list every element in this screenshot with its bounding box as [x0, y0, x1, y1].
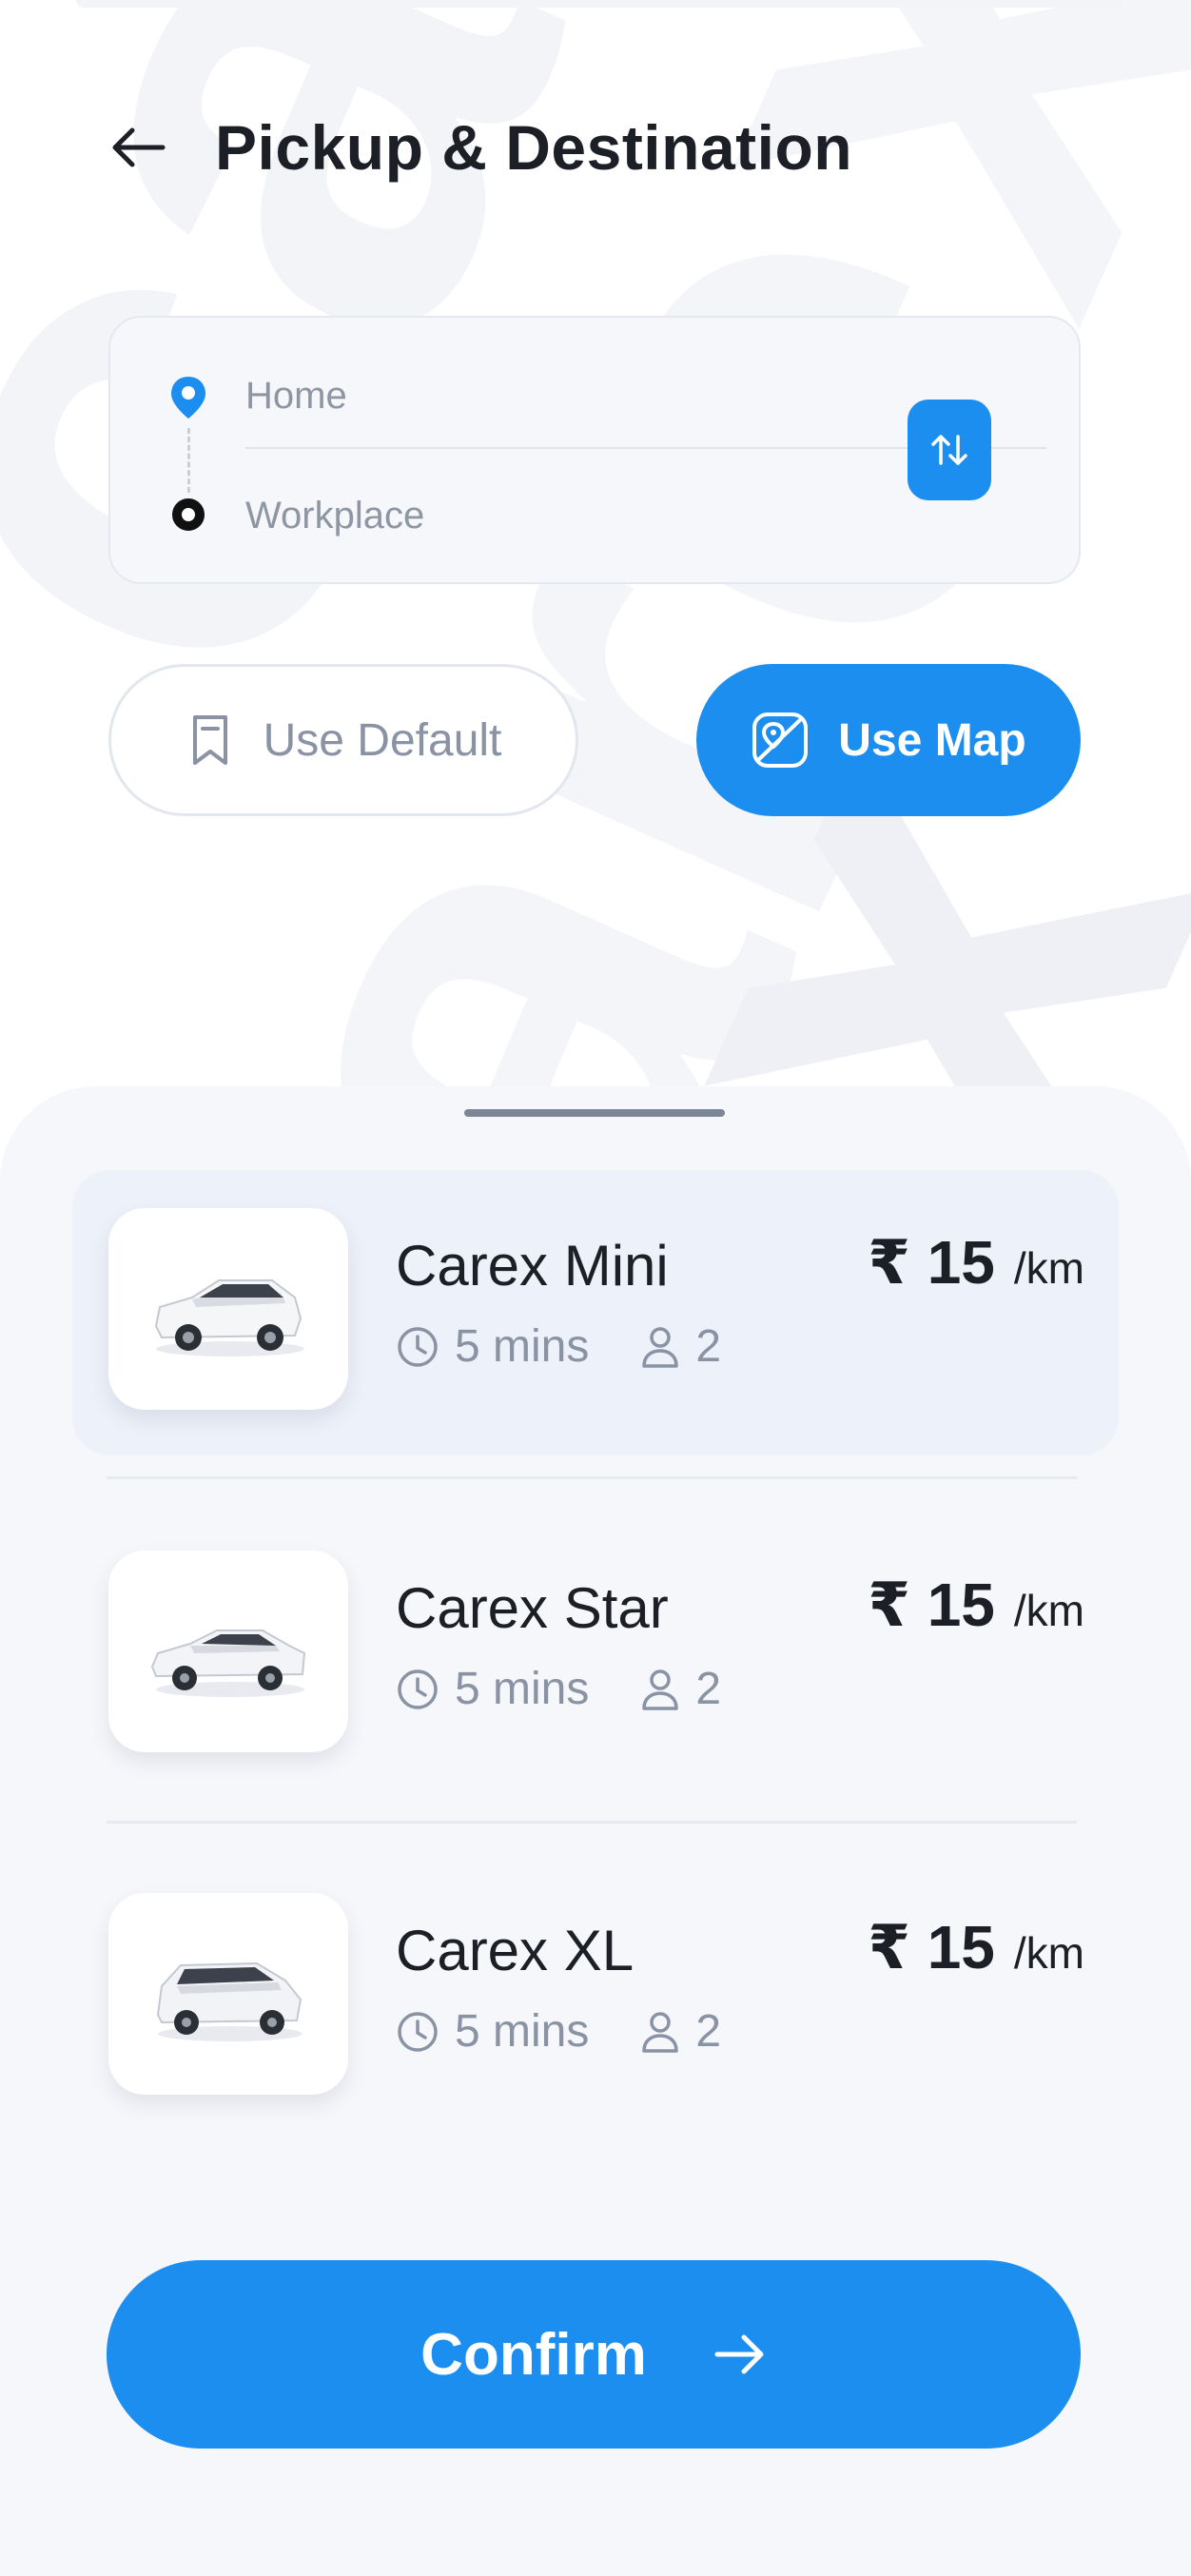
car-image	[108, 1208, 348, 1410]
price-unit: /km	[1013, 1928, 1084, 1978]
car-image	[108, 1551, 348, 1752]
car-image	[108, 1893, 348, 2095]
ride-option-carex-star[interactable]: Carex Star 5 mins 2 ₹ 15 /km	[72, 1512, 1119, 1798]
ride-price: ₹ 15 /km	[868, 1912, 1084, 1983]
location-pin-icon	[171, 377, 205, 419]
page-title: Pickup & Destination	[215, 112, 853, 183]
ride-meta: 5 mins 2	[396, 2005, 721, 2058]
ride-seats: 2	[695, 1664, 722, 1714]
person-icon	[640, 1668, 680, 1711]
sheet-drag-handle[interactable]	[464, 1109, 725, 1117]
use-default-button[interactable]: Use Default	[108, 664, 578, 816]
price-unit: /km	[1013, 1586, 1084, 1635]
swap-route-button[interactable]	[908, 400, 991, 500]
map-icon	[751, 711, 810, 770]
clock-icon	[396, 1668, 439, 1711]
car-sedan-icon	[150, 1630, 306, 1697]
ride-divider	[107, 1821, 1077, 1824]
pickup-field[interactable]: Home	[245, 375, 347, 418]
ride-meta: 5 mins 2	[396, 1663, 721, 1715]
price-amount: ₹ 15	[868, 1228, 995, 1297]
ride-option-carex-mini[interactable]: Carex Mini 5 mins 2 ₹ 15 /km	[72, 1170, 1119, 1455]
use-map-button[interactable]: Use Map	[696, 664, 1081, 816]
use-default-label: Use Default	[263, 714, 502, 766]
person-icon	[640, 2010, 680, 2054]
ride-name: Carex Mini	[396, 1234, 669, 1298]
ride-seats: 2	[695, 2006, 722, 2057]
confirm-button[interactable]: Confirm	[107, 2260, 1081, 2449]
price-unit: /km	[1013, 1243, 1084, 1293]
use-map-label: Use Map	[838, 714, 1026, 766]
person-icon	[640, 1325, 680, 1369]
ride-eta: 5 mins	[455, 2006, 590, 2057]
ride-price: ₹ 15 /km	[868, 1570, 1084, 1641]
ride-eta: 5 mins	[455, 1664, 590, 1714]
price-amount: ₹ 15	[868, 1571, 995, 1639]
destination-field[interactable]: Workplace	[245, 495, 424, 537]
car-hatchback-icon	[154, 1279, 304, 1356]
page-header: Pickup & Destination	[105, 105, 852, 190]
arrow-right-icon	[713, 2333, 767, 2375]
destination-dot-icon	[172, 498, 205, 531]
route-connector	[187, 428, 190, 493]
ride-meta: 5 mins 2	[396, 1320, 721, 1373]
ride-name: Carex XL	[396, 1919, 635, 1982]
clock-icon	[396, 2010, 439, 2054]
route-card: Home Workplace	[108, 316, 1081, 584]
confirm-label: Confirm	[420, 2321, 647, 2388]
price-amount: ₹ 15	[868, 1913, 995, 1981]
clock-icon	[396, 1325, 439, 1369]
ride-option-carex-xl[interactable]: Carex XL 5 mins 2 ₹ 15 /km	[72, 1855, 1119, 2140]
ride-seats: 2	[695, 1321, 722, 1372]
ride-divider	[107, 1476, 1077, 1479]
swap-vertical-icon	[931, 435, 967, 465]
ride-eta: 5 mins	[455, 1321, 590, 1372]
back-button[interactable]	[105, 114, 171, 181]
bookmark-icon	[185, 712, 235, 769]
ride-name: Carex Star	[396, 1576, 669, 1640]
car-minivan-icon	[156, 1961, 303, 2041]
arrow-left-icon	[112, 127, 166, 167]
status-bar-edge	[76, 0, 1123, 8]
ride-price: ₹ 15 /km	[868, 1227, 1084, 1298]
